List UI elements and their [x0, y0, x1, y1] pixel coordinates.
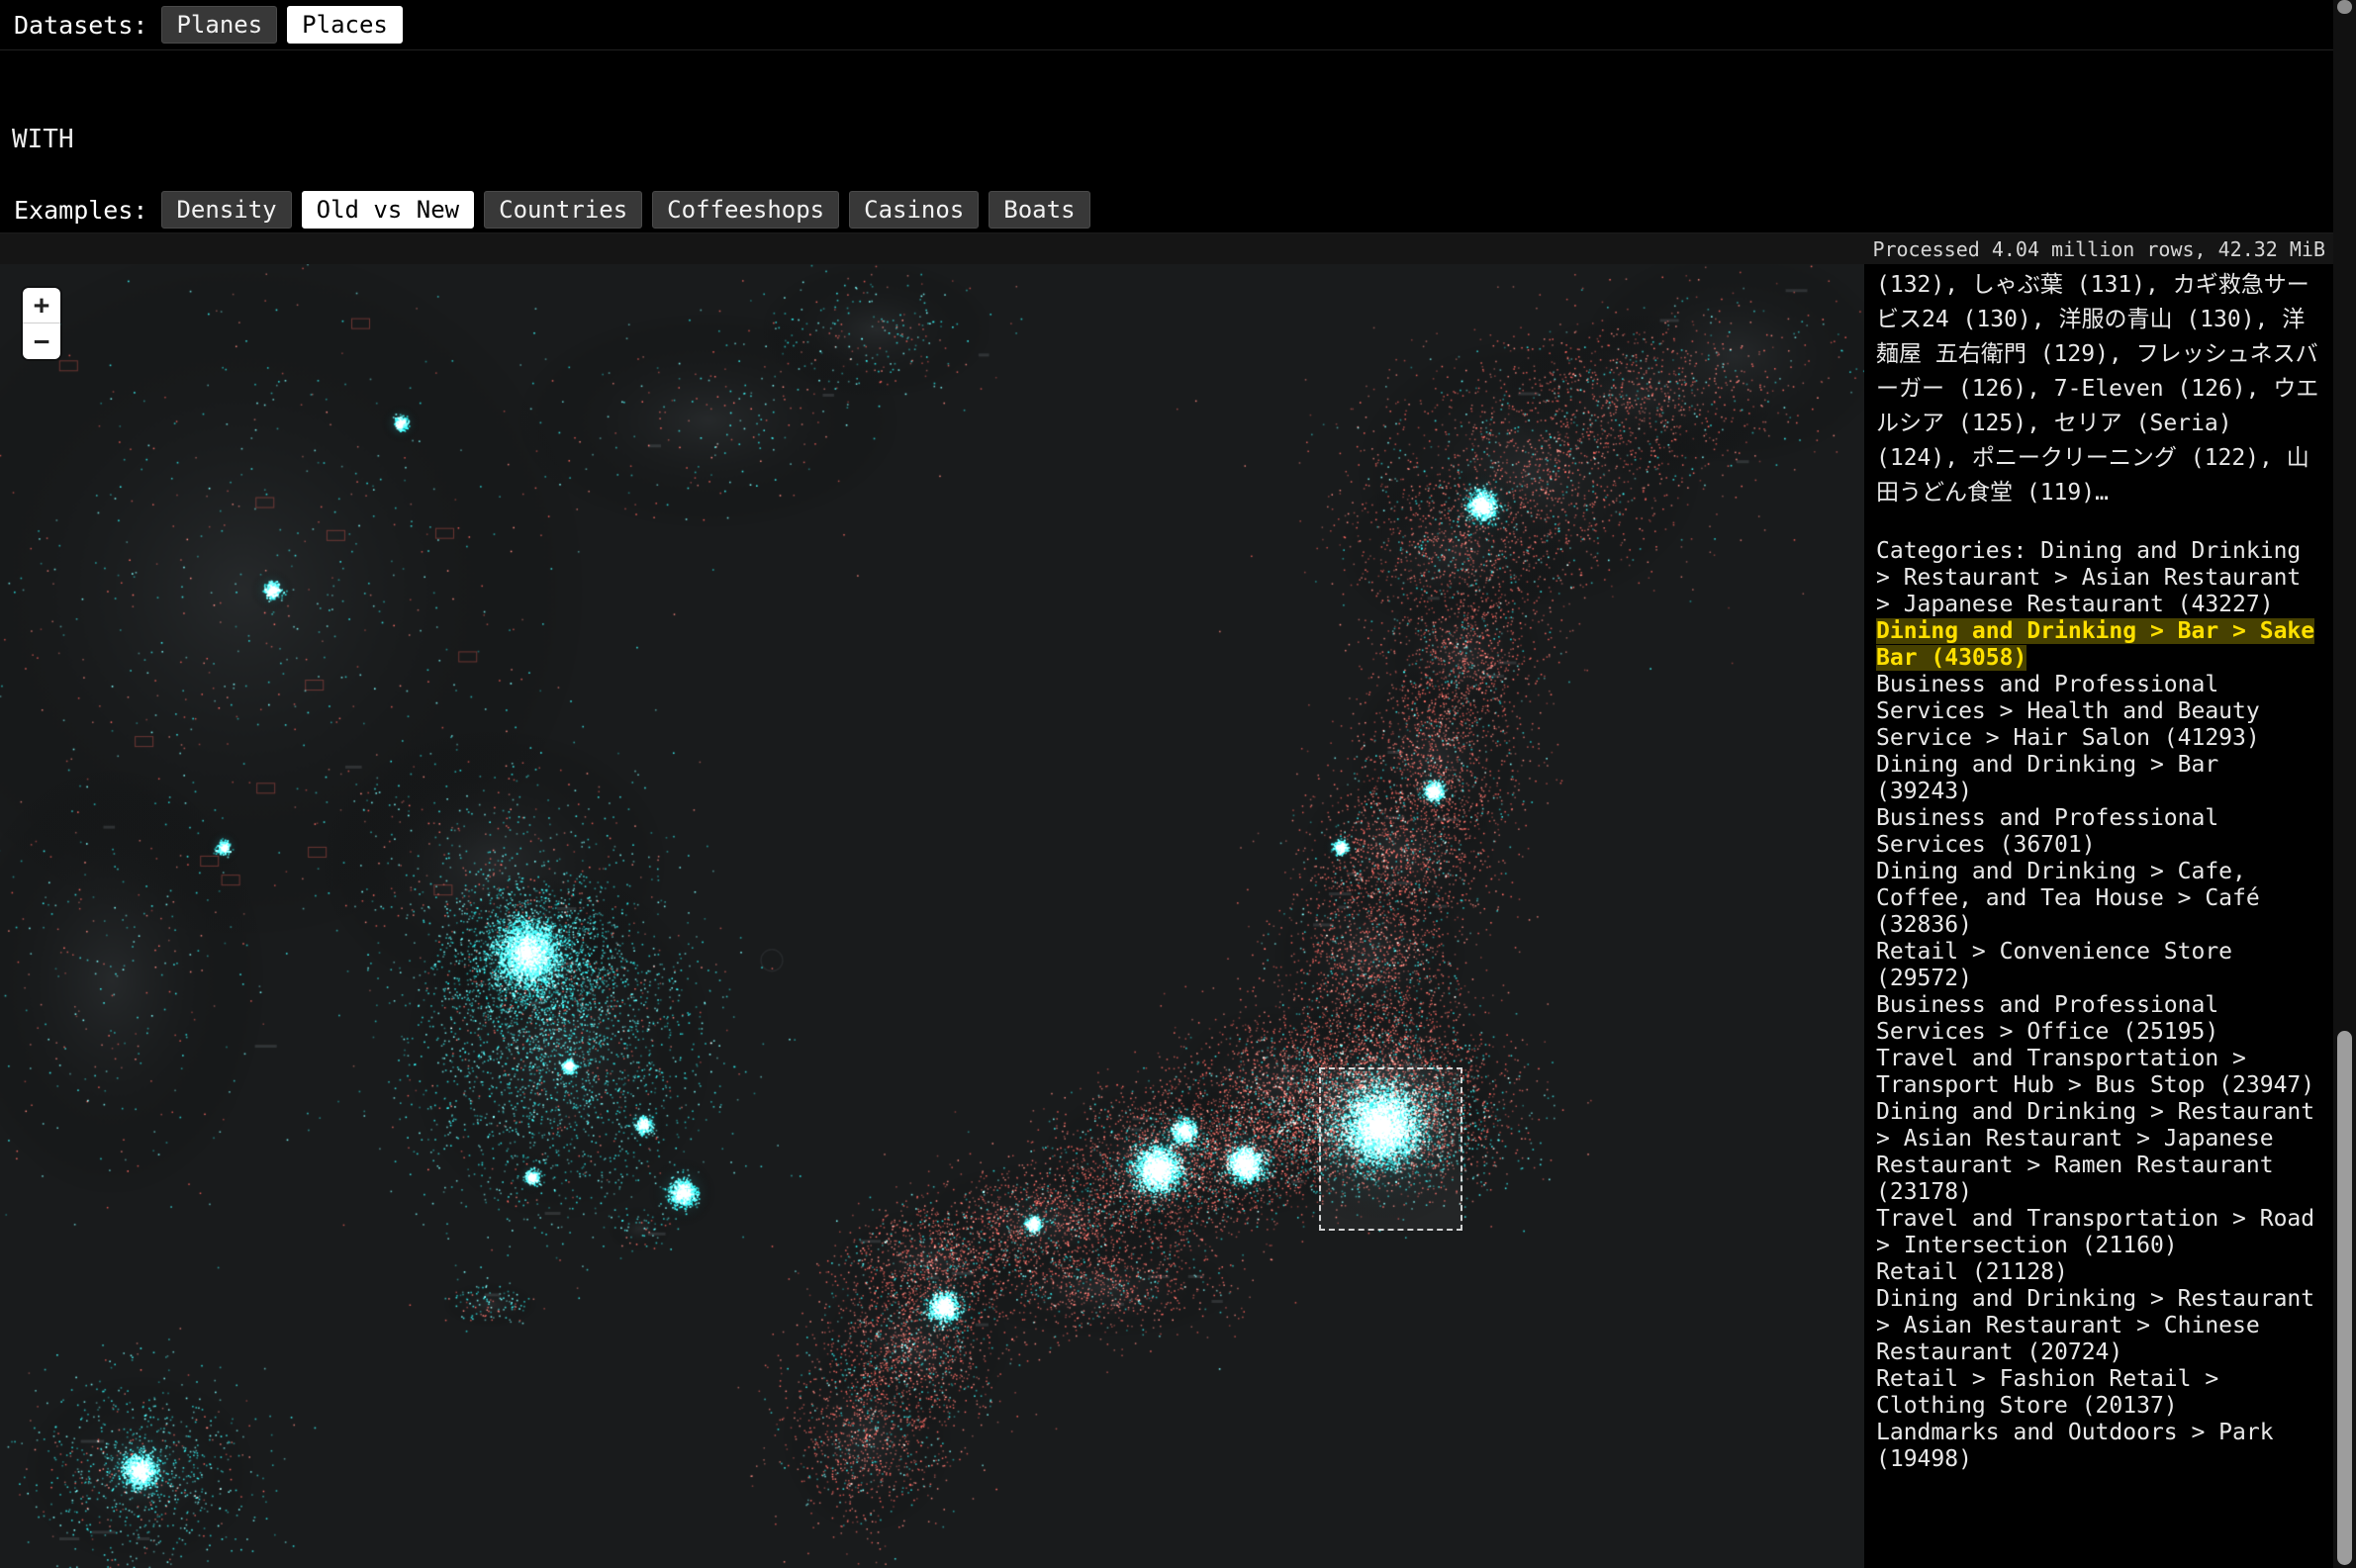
scrollbar-thumb[interactable]	[2337, 1031, 2352, 1565]
category-item-text[interactable]: Retail > Fashion Retail > Clothing Store…	[1876, 1366, 2218, 1419]
dataset-button-planes[interactable]: Planes	[161, 6, 277, 44]
category-item-text[interactable]: Dining and Drinking > Bar > Sake Bar (43…	[1876, 618, 2314, 671]
sql-editor[interactable]: WITH bitShiftLeft(1::UInt64, {z:UInt8}) …	[0, 49, 2333, 187]
brands-text: (132), しゃぶ葉 (131), カギ救急サービス24 (130), 洋服の…	[1876, 268, 2323, 510]
category-item[interactable]: Business and Professional Services > Hea…	[1876, 672, 2323, 752]
zoom-control: + −	[23, 288, 60, 359]
category-item[interactable]: Travel and Transportation > Transport Hu…	[1876, 1046, 2323, 1099]
page-scrollbar[interactable]	[2333, 0, 2356, 1568]
category-item-text[interactable]: Retail (21128)	[1876, 1259, 2068, 1285]
example-button-boats[interactable]: Boats	[989, 191, 1089, 229]
sql-line-1: WITH	[12, 124, 2333, 156]
dataset-button-places[interactable]: Places	[287, 6, 403, 44]
category-item-text[interactable]: Business and Professional Services > Hea…	[1876, 672, 2260, 751]
category-item[interactable]: Categories: Dining and Drinking > Restau…	[1876, 538, 2323, 618]
zoom-out-button[interactable]: −	[23, 323, 60, 359]
category-item[interactable]: Dining and Drinking > Restaurant > Asian…	[1876, 1099, 2323, 1206]
sidebar: (132), しゃぶ葉 (131), カギ救急サービス24 (130), 洋服の…	[1864, 264, 2333, 1568]
category-item-text[interactable]: Travel and Transportation > Road > Inter…	[1876, 1206, 2314, 1258]
category-item-text[interactable]: Landmarks and Outdoors > Park (19498)	[1876, 1420, 2274, 1472]
category-item[interactable]: Business and Professional Services > Off…	[1876, 992, 2323, 1046]
category-item-text[interactable]: Business and Professional Services (3670…	[1876, 805, 2218, 858]
category-item[interactable]: Dining and Drinking > Restaurant > Asian…	[1876, 1286, 2323, 1366]
category-item-text[interactable]: Retail > Convenience Store (29572)	[1876, 939, 2232, 991]
datasets-bar: Datasets: Planes Places	[0, 0, 2333, 49]
category-item[interactable]: Dining and Drinking > Cafe, Coffee, and …	[1876, 859, 2323, 939]
example-button-casinos[interactable]: Casinos	[849, 191, 979, 229]
page: Datasets: Planes Places WITH bitShiftLef…	[0, 0, 2356, 1568]
example-button-old-vs-new[interactable]: Old vs New	[302, 191, 475, 229]
category-item[interactable]: Retail > Fashion Retail > Clothing Store…	[1876, 1366, 2323, 1420]
examples-bar: Examples: Density Old vs New Countries C…	[0, 187, 2333, 233]
category-item-text[interactable]: Dining and Drinking > Cafe, Coffee, and …	[1876, 859, 2260, 938]
category-item-text[interactable]: Dining and Drinking > Bar (39243)	[1876, 752, 2218, 804]
category-item[interactable]: Retail > Convenience Store (29572)	[1876, 939, 2323, 992]
map-canvas[interactable]	[0, 264, 1864, 1568]
map[interactable]: + −	[0, 264, 1864, 1568]
categories-label-prefix: Categories:	[1876, 538, 2040, 564]
category-item[interactable]: Retail (21128)	[1876, 1259, 2323, 1286]
category-item[interactable]: Landmarks and Outdoors > Park (19498)	[1876, 1420, 2323, 1473]
status-bar: Processed 4.04 million rows, 42.32 MiB	[0, 233, 2333, 264]
category-item[interactable]: Dining and Drinking > Bar > Sake Bar (43…	[1876, 618, 2323, 672]
category-list: Categories: Dining and Drinking > Restau…	[1876, 538, 2323, 1473]
example-button-density[interactable]: Density	[161, 191, 291, 229]
category-item-text[interactable]: Business and Professional Services > Off…	[1876, 992, 2218, 1045]
category-item[interactable]: Travel and Transportation > Road > Inter…	[1876, 1206, 2323, 1259]
category-item-text[interactable]: Travel and Transportation > Transport Hu…	[1876, 1046, 2314, 1098]
main: + − (132), しゃぶ葉 (131), カギ救急サービス24 (130),…	[0, 264, 2333, 1568]
example-button-countries[interactable]: Countries	[484, 191, 642, 229]
category-item[interactable]: Business and Professional Services (3670…	[1876, 805, 2323, 859]
category-item[interactable]: Dining and Drinking > Bar (39243)	[1876, 752, 2323, 805]
scrollbar-thumb-top[interactable]	[2337, 0, 2352, 14]
zoom-in-button[interactable]: +	[23, 288, 60, 323]
example-button-coffeeshops[interactable]: Coffeeshops	[652, 191, 839, 229]
category-item-text[interactable]: Dining and Drinking > Restaurant > Asian…	[1876, 1286, 2314, 1365]
status-text: Processed 4.04 million rows, 42.32 MiB	[1872, 237, 2325, 261]
datasets-label: Datasets:	[14, 11, 147, 40]
examples-label: Examples:	[14, 196, 147, 225]
selection-rectangle[interactable]	[1319, 1067, 1462, 1231]
category-item-text[interactable]: Dining and Drinking > Restaurant > Asian…	[1876, 1099, 2314, 1205]
content: Datasets: Planes Places WITH bitShiftLef…	[0, 0, 2333, 1568]
